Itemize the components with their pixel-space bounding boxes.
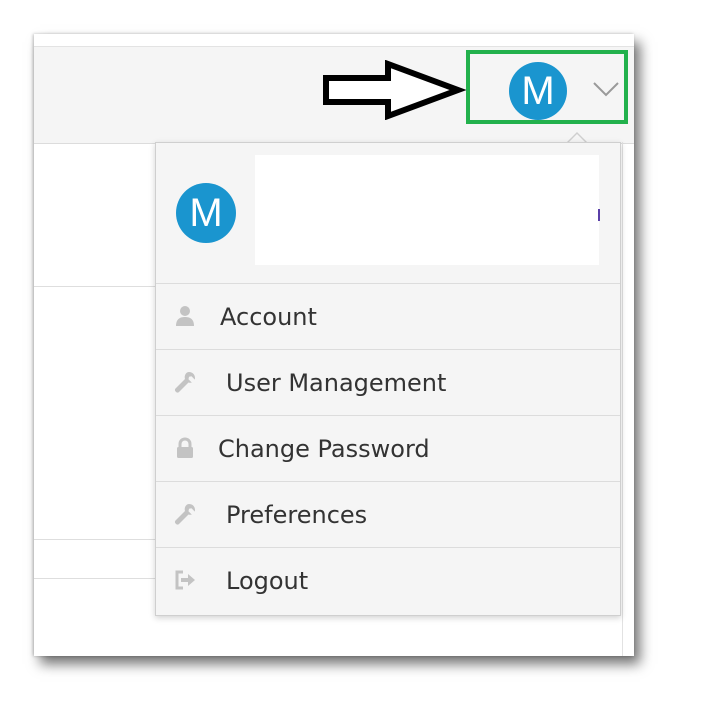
lock-icon bbox=[177, 437, 193, 458]
menu-item-preferences[interactable]: Preferences bbox=[156, 482, 620, 548]
app-screenshot: M M Account User Management Change Passw… bbox=[34, 34, 634, 656]
content-divider bbox=[34, 578, 155, 579]
menu-item-user-management[interactable]: User Management bbox=[156, 350, 620, 416]
redacted-user-info bbox=[255, 155, 599, 265]
menu-item-change-password[interactable]: Change Password bbox=[156, 416, 620, 482]
content-vertical-divider bbox=[622, 142, 623, 656]
sign-out-icon bbox=[175, 570, 195, 590]
avatar: M bbox=[176, 183, 236, 243]
stage: M M Account User Management Change Passw… bbox=[0, 0, 701, 722]
wrench-icon bbox=[174, 372, 195, 393]
user-icon bbox=[176, 306, 194, 326]
menu-item-logout[interactable]: Logout bbox=[156, 548, 620, 614]
menu-item-label: Account bbox=[220, 303, 317, 331]
menu-item-label: Change Password bbox=[218, 435, 430, 463]
annotation-arrow-icon bbox=[323, 60, 467, 120]
content-divider bbox=[34, 539, 155, 540]
menu-item-account[interactable]: Account bbox=[156, 284, 620, 350]
menu-item-label: Preferences bbox=[226, 501, 368, 529]
user-dropdown-menu: M Account User Management Change Passwor… bbox=[155, 142, 621, 616]
annotation-highlight-box bbox=[466, 50, 628, 124]
text-fragment bbox=[598, 209, 600, 221]
menu-item-label: Logout bbox=[226, 567, 309, 595]
menu-item-label: User Management bbox=[226, 369, 447, 397]
profile-header: M bbox=[156, 143, 620, 284]
content-divider bbox=[34, 286, 155, 287]
wrench-icon bbox=[174, 504, 195, 525]
